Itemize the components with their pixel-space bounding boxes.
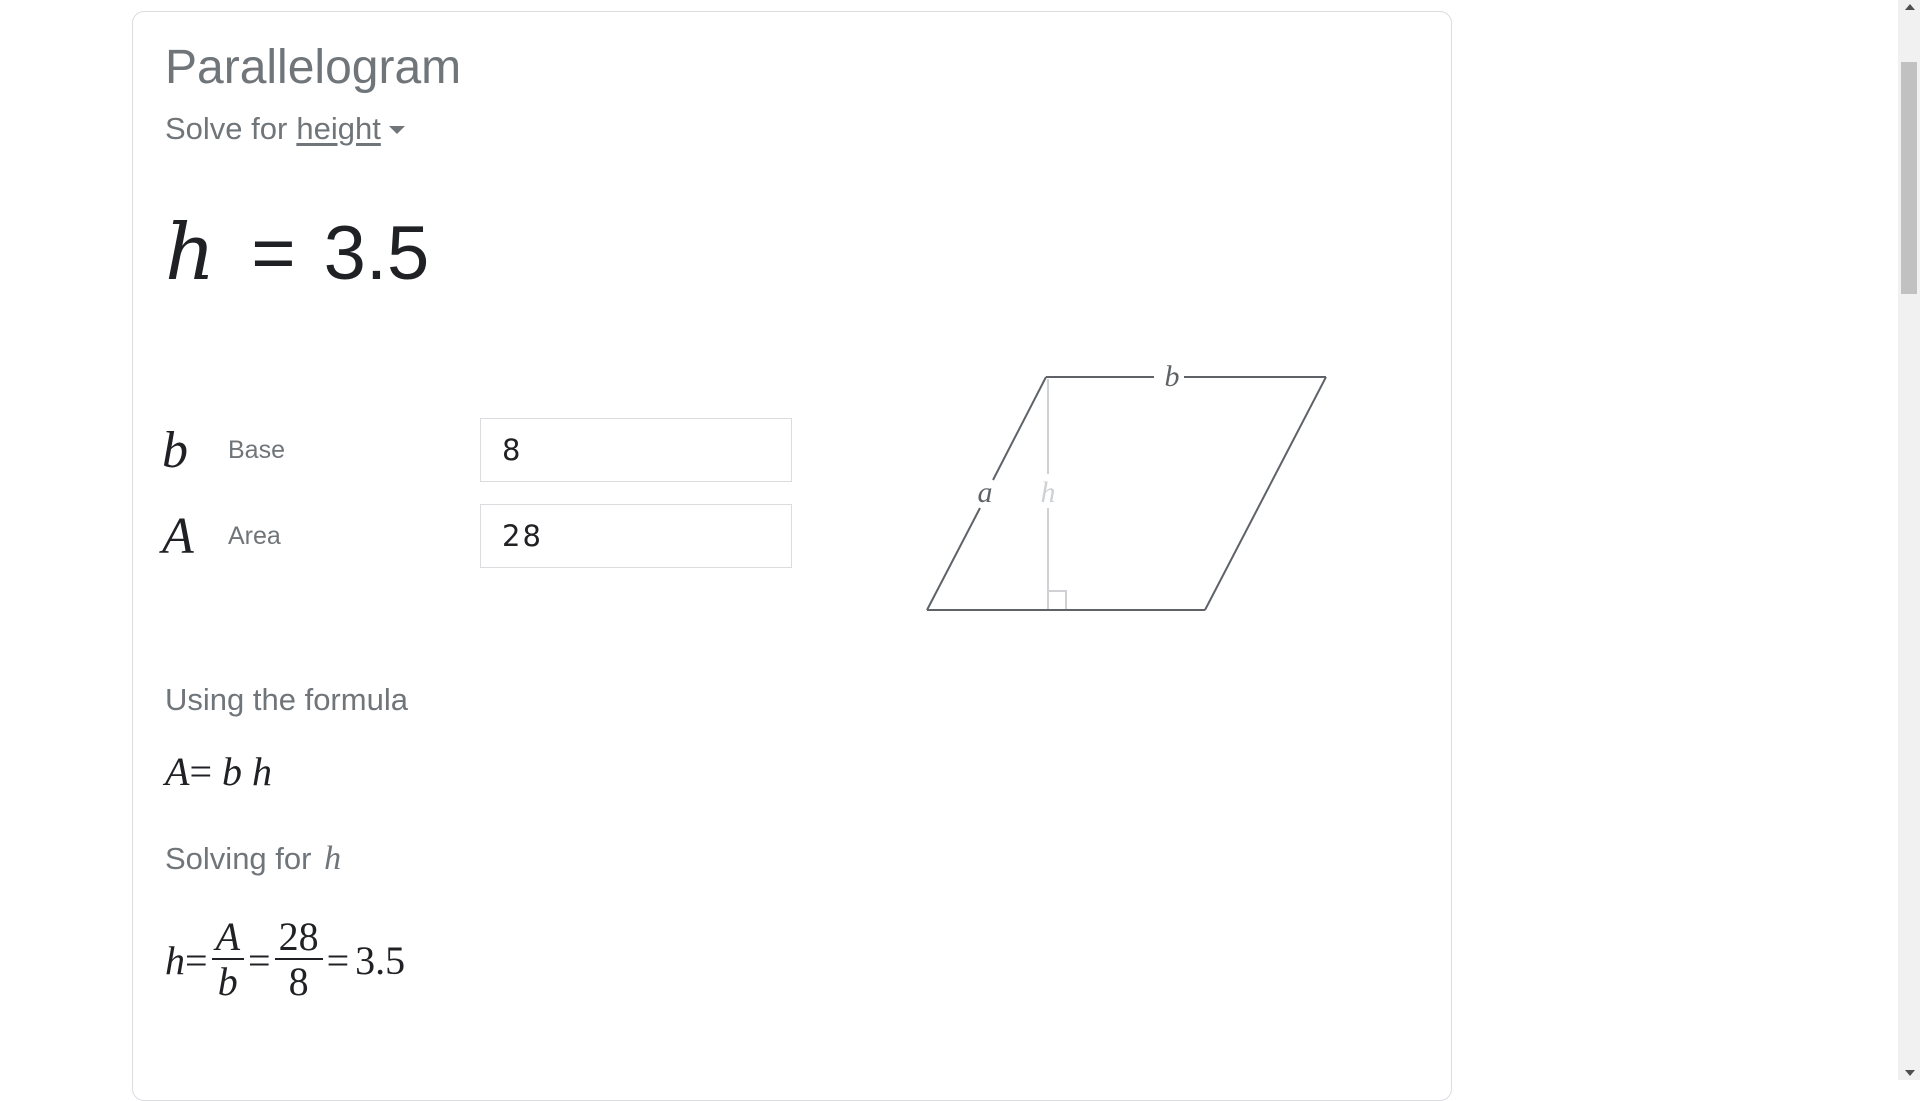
solution-lhs: h — [165, 937, 185, 983]
solving-variable: h — [324, 840, 342, 877]
formula-lhs: A — [165, 749, 190, 794]
base-diagram-label: b — [1165, 360, 1180, 393]
area-label: Area — [228, 521, 281, 550]
base-label: Base — [228, 435, 285, 464]
solution-eq3: = — [326, 937, 350, 983]
solving-heading: Solving for h — [165, 842, 341, 876]
base-symbol: b — [162, 421, 188, 479]
solving-heading-text: Solving for — [165, 841, 312, 876]
solution-eq1: = — [185, 937, 208, 983]
formula-heading: Using the formula — [165, 682, 408, 717]
fraction1-numerator: A — [215, 914, 240, 959]
solution-equation: h = A b = 28 8 = 3.5 — [165, 912, 405, 1008]
scroll-down-arrow-icon[interactable] — [1905, 1070, 1915, 1076]
formula-rhs-h: h — [252, 749, 272, 794]
result-equals: = — [251, 211, 296, 296]
area-symbol: A — [162, 507, 194, 565]
fraction-a-over-b: A b — [211, 914, 244, 1004]
chevron-down-icon[interactable] — [388, 125, 405, 134]
parallelogram-diagram: b a h — [926, 360, 1327, 611]
scroll-up-arrow-icon[interactable] — [1905, 4, 1915, 10]
result-value: 3.5 — [323, 211, 430, 296]
vertical-scrollbar[interactable] — [1898, 0, 1920, 1080]
height-diagram-label: h — [1041, 476, 1056, 509]
formula-eq: = — [189, 749, 212, 794]
result-variable: h — [165, 208, 216, 298]
solve-for-dropdown[interactable]: height — [296, 113, 380, 144]
scrollbar-thumb[interactable] — [1901, 62, 1917, 294]
page-title: Parallelogram — [165, 41, 462, 94]
left-edge-bottom — [926, 507, 981, 611]
solution-result: 3.5 — [355, 937, 406, 983]
result-display: h = 3.5 — [165, 214, 429, 292]
area-input[interactable]: 28 — [480, 504, 792, 568]
fraction2-denominator: 8 — [288, 959, 309, 1004]
solve-for-prefix: Solve for — [165, 111, 288, 146]
input-row-base: b Base 8 — [162, 418, 792, 482]
right-edge — [1204, 376, 1327, 611]
solve-for-selector: Solve for height — [165, 113, 405, 144]
formula-rhs-b: b — [222, 749, 242, 794]
fraction2-numerator: 28 — [278, 914, 319, 959]
fraction-28-over-8: 28 8 — [274, 914, 323, 1004]
right-angle-marker — [1048, 590, 1067, 609]
base-input[interactable]: 8 — [480, 418, 792, 482]
solution-eq2: = — [248, 937, 271, 983]
left-edge-top — [992, 376, 1047, 481]
input-row-area: A Area 28 — [162, 504, 792, 568]
formula: A= b h — [165, 752, 272, 792]
fraction1-denominator: b — [217, 959, 238, 1004]
side-diagram-label: a — [978, 476, 993, 509]
